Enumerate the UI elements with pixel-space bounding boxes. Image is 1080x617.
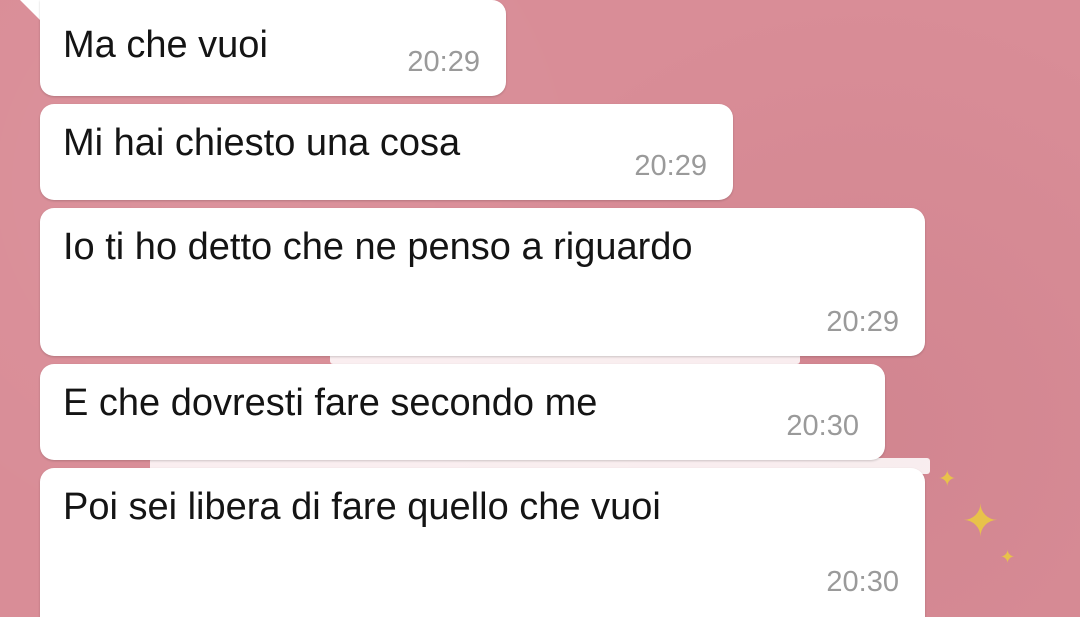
message-timestamp: 20:30 bbox=[826, 566, 899, 598]
message-bubble[interactable]: Io ti ho detto che ne penso a riguardo 2… bbox=[40, 208, 925, 356]
message-text: Ma che vuoi bbox=[63, 24, 268, 66]
message-bubble[interactable]: E che dovresti fare secondo me 20:30 bbox=[40, 364, 885, 460]
message-timestamp: 20:29 bbox=[826, 306, 899, 338]
message-bubble[interactable]: Poi sei libera di fare quello che vuoi 2… bbox=[40, 468, 925, 617]
message-text: E che dovresti fare secondo me bbox=[63, 382, 598, 424]
message-timestamp: 20:29 bbox=[634, 150, 707, 182]
message-text: Mi hai chiesto una cosa bbox=[63, 122, 461, 164]
star-icon: ✦ bbox=[1000, 547, 1016, 567]
star-icon: ✦ bbox=[938, 466, 957, 491]
star-icon: ✦ bbox=[962, 497, 999, 546]
message-bubble[interactable]: Mi hai chiesto una cosa 20:29 bbox=[40, 104, 733, 200]
message-timestamp: 20:29 bbox=[407, 46, 480, 78]
message-text: Io ti ho detto che ne penso a riguardo bbox=[63, 226, 693, 268]
message-text: Poi sei libera di fare quello che vuoi bbox=[63, 486, 661, 528]
message-bubble[interactable]: Ma che vuoi 20:29 bbox=[40, 0, 506, 96]
message-timestamp: 20:30 bbox=[786, 410, 859, 442]
